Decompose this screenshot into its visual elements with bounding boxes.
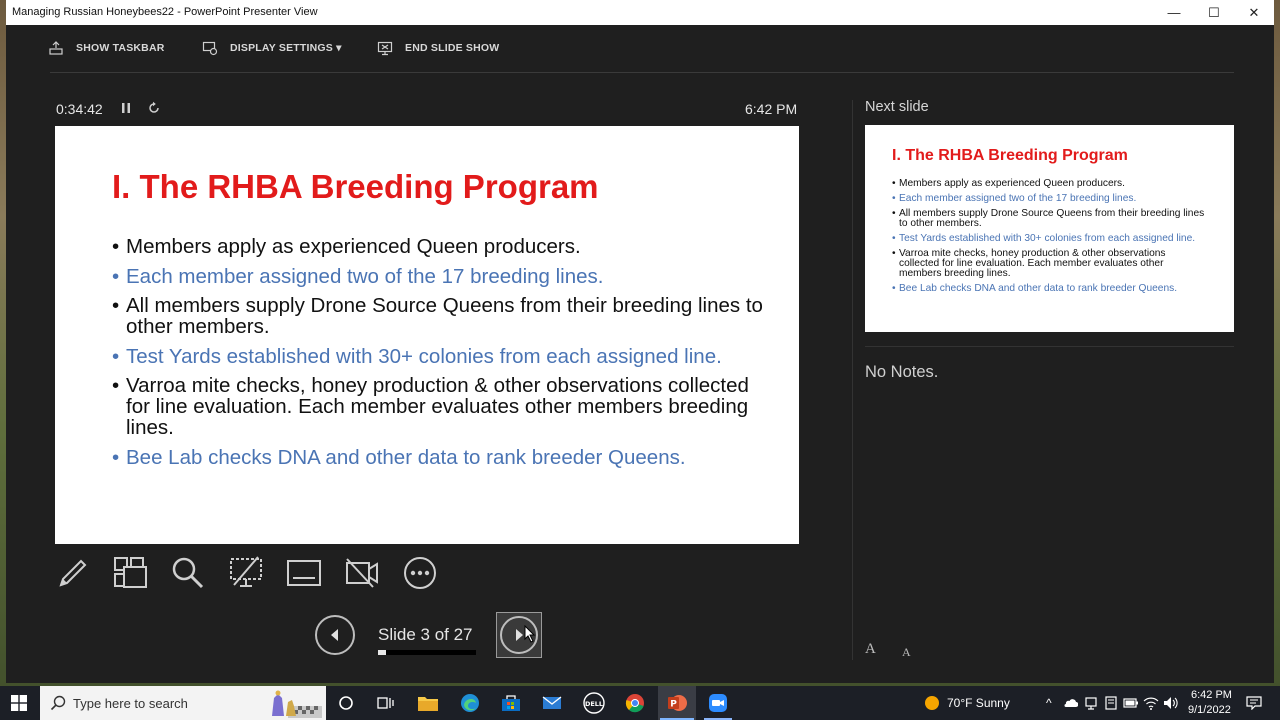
previous-arrow-icon — [331, 629, 338, 641]
slide-progress-fill — [378, 650, 386, 655]
restart-timer-icon[interactable] — [147, 101, 161, 115]
svg-text:DELL: DELL — [585, 700, 603, 708]
elapsed-timer: 0:34:42 — [56, 101, 103, 117]
show-taskbar-label: SHOW TASKBAR — [76, 42, 165, 54]
next-slide-label: Next slide — [865, 99, 929, 115]
zoom-icon[interactable] — [170, 555, 206, 591]
chrome-icon[interactable] — [623, 691, 647, 715]
title-bar: Managing Russian Honeybees22 - PowerPoin… — [6, 0, 1274, 25]
file-explorer-icon[interactable] — [416, 691, 440, 715]
window-title: Managing Russian Honeybees22 - PowerPoin… — [12, 6, 318, 18]
slide-counter[interactable]: Slide 3 of 27 — [378, 625, 473, 645]
task-view-icon[interactable] — [374, 691, 398, 715]
maximize-button[interactable]: ☐ — [1194, 0, 1234, 25]
windows-start-icon[interactable] — [11, 695, 27, 711]
next-slide-preview[interactable]: I. The RHBA Breeding Program Members app… — [865, 125, 1234, 332]
end-show-icon — [377, 41, 393, 56]
next-slide-title: I. The RHBA Breeding Program — [892, 147, 1128, 164]
more-options-icon[interactable] — [402, 555, 438, 591]
search-icon — [50, 695, 66, 711]
display-settings-button[interactable]: DISPLAY SETTINGS ▾ — [202, 39, 342, 57]
tray-chevron-icon[interactable]: ^ — [1046, 696, 1052, 710]
slide-bullet-list: Members apply as experienced Queen produ… — [112, 236, 772, 476]
taskbar-search-box[interactable]: Type here to search — [40, 686, 326, 720]
security-icon[interactable] — [1104, 696, 1118, 710]
pause-icon[interactable] — [119, 101, 133, 115]
end-slide-show-button[interactable]: END SLIDE SHOW — [377, 39, 499, 57]
slide-bullet: Varroa mite checks, honey production & o… — [112, 375, 772, 438]
edge-browser-icon[interactable] — [458, 691, 482, 715]
slide-bullet: Members apply as experienced Queen produ… — [112, 236, 772, 257]
next-slide-bullet: Each member assigned two of the 17 breed… — [892, 193, 1207, 204]
current-time: 6:42 PM — [745, 101, 798, 117]
speaker-notes[interactable]: No Notes. — [865, 363, 938, 382]
display-settings-icon — [202, 41, 218, 56]
next-slide-bullet: Members apply as experienced Queen produ… — [892, 178, 1207, 189]
network-icon[interactable] — [1084, 696, 1098, 710]
presenter-window: Managing Russian Honeybees22 - PowerPoin… — [6, 0, 1274, 683]
zoom-app-icon[interactable] — [706, 691, 730, 715]
slide-bullet: Each member assigned two of the 17 breed… — [112, 266, 772, 287]
mouse-cursor-icon — [524, 625, 536, 643]
close-button[interactable]: ✕ — [1234, 0, 1274, 25]
wifi-icon[interactable] — [1143, 696, 1159, 710]
windows-taskbar: Type here to search DELL P 70°F Sunny ^ … — [0, 686, 1280, 720]
slide-progress-bar — [378, 650, 476, 655]
dell-icon[interactable]: DELL — [582, 691, 606, 715]
previous-slide-button[interactable] — [315, 615, 355, 655]
see-all-slides-icon[interactable] — [112, 555, 148, 591]
pen-icon[interactable] — [55, 555, 91, 591]
weather-text[interactable]: 70°F Sunny — [947, 696, 1010, 710]
taskbar-icon — [49, 41, 63, 55]
battery-icon[interactable] — [1123, 697, 1139, 709]
next-slide-bullet: Varroa mite checks, honey production & o… — [892, 248, 1207, 280]
next-slide-bullet-list: Members apply as experienced Queen produ… — [892, 178, 1207, 299]
black-screen-icon[interactable] — [228, 555, 264, 591]
mail-icon[interactable] — [540, 691, 564, 715]
current-slide[interactable]: I. The RHBA Breeding Program Members app… — [55, 126, 799, 544]
next-slide-bullet: Test Yards established with 30+ colonies… — [892, 233, 1207, 244]
end-slide-show-label: END SLIDE SHOW — [405, 42, 500, 54]
cortana-icon[interactable] — [334, 691, 358, 715]
subtitles-icon[interactable] — [286, 555, 322, 591]
increase-font-button[interactable]: A — [865, 641, 876, 658]
search-placeholder: Type here to search — [73, 696, 188, 711]
notes-divider[interactable] — [865, 346, 1234, 347]
taskbar-time[interactable]: 6:42 PM — [1191, 689, 1232, 701]
next-slide-bullet: All members supply Drone Source Queens f… — [892, 208, 1207, 230]
slide-title: I. The RHBA Breeding Program — [112, 168, 599, 205]
slide-bullet: Bee Lab checks DNA and other data to ran… — [112, 447, 772, 468]
microsoft-store-icon[interactable] — [499, 691, 523, 715]
slide-bullet: Test Yards established with 30+ colonies… — [112, 346, 772, 367]
presenter-toolbar: SHOW TASKBAR DISPLAY SETTINGS ▾ END SLID… — [6, 25, 1274, 72]
camera-toggle-icon[interactable] — [344, 555, 380, 591]
minimize-button[interactable]: — — [1154, 0, 1194, 25]
decrease-font-button[interactable]: A — [902, 645, 911, 660]
volume-icon[interactable] — [1163, 696, 1179, 710]
slide-bullet: All members supply Drone Source Queens f… — [112, 295, 772, 337]
notifications-icon[interactable] — [1246, 696, 1262, 710]
powerpoint-icon[interactable]: P — [665, 691, 689, 715]
display-settings-label: DISPLAY SETTINGS ▾ — [230, 42, 342, 54]
toolbar-divider — [50, 72, 1234, 73]
next-slide-bullet: Bee Lab checks DNA and other data to ran… — [892, 284, 1207, 295]
sun-weather-icon[interactable] — [924, 695, 940, 711]
chess-doodle-icon — [272, 690, 322, 718]
svg-text:P: P — [670, 700, 677, 710]
show-taskbar-button[interactable]: SHOW TASKBAR — [48, 39, 165, 57]
pane-divider[interactable] — [852, 100, 853, 660]
onedrive-icon[interactable] — [1064, 697, 1078, 709]
taskbar-date[interactable]: 9/1/2022 — [1188, 704, 1231, 716]
